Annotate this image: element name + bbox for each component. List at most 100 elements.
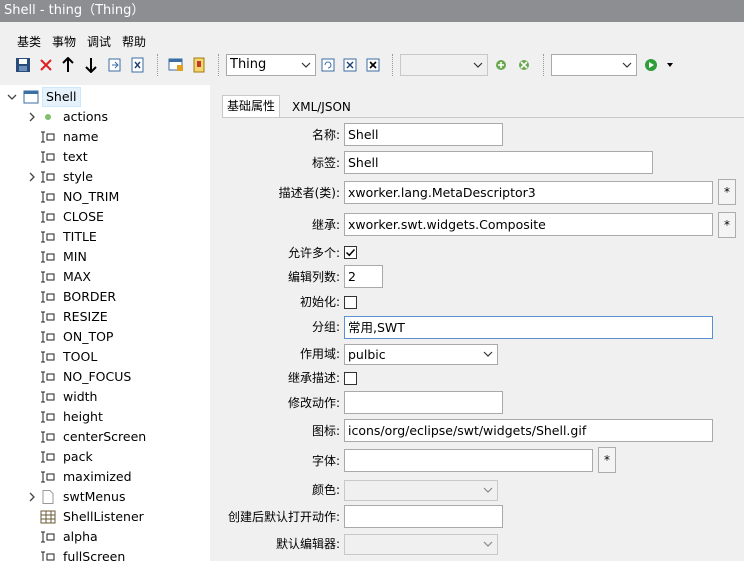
attribute-icon [40, 310, 56, 324]
third-combo[interactable] [551, 54, 637, 76]
editor-select[interactable] [344, 534, 498, 555]
add-thing-icon[interactable] [492, 56, 510, 74]
delete-icon[interactable] [37, 56, 55, 74]
tree-node-border[interactable]: BORDER [26, 287, 206, 307]
modify-action-field[interactable] [344, 391, 503, 414]
tree-node-label: swtMenus [63, 489, 126, 504]
tree-root-label: Shell [42, 87, 81, 107]
chevron-down-icon [301, 55, 311, 82]
tree-node-label: ShellListener [63, 509, 144, 524]
tree-node-label: BORDER [63, 289, 117, 304]
second-combo[interactable] [400, 54, 488, 76]
modify-action-label: 修改动作: [287, 396, 340, 410]
thing-tree[interactable]: Shell actions name text style NO_TRIM CLOSE TI… [0, 85, 210, 561]
tree-node-actions[interactable]: actions [26, 107, 206, 127]
dropdown-icon[interactable] [661, 56, 679, 74]
tree-node-style[interactable]: style [26, 167, 206, 187]
run-icon[interactable] [642, 56, 660, 74]
close-all-icon[interactable] [364, 56, 382, 74]
tree-node-max[interactable]: MAX [26, 267, 206, 287]
tab-basic-properties[interactable]: 基础属性 [222, 95, 280, 118]
thing-combo[interactable]: Thing [226, 54, 316, 76]
tree-node-close[interactable]: CLOSE [26, 207, 206, 227]
tree-node-resize[interactable]: RESIZE [26, 307, 206, 327]
tree-node-title[interactable]: TITLE [26, 227, 206, 247]
group-label: 分组: [311, 320, 340, 334]
open-action-field[interactable] [344, 505, 503, 528]
tree-node-label: fullScreen [63, 549, 126, 561]
name-field[interactable]: Shell [344, 123, 503, 146]
menu-bar: 基类 事物 调试 帮助 [0, 32, 744, 52]
attribute-icon [40, 450, 56, 464]
tree-node-no-trim[interactable]: NO_TRIM [26, 187, 206, 207]
tree-root[interactable]: Shell [6, 87, 206, 107]
expanded-chevron-icon[interactable] [6, 87, 18, 107]
inherit-desc-checkbox[interactable] [344, 372, 357, 385]
extends-field[interactable]: xworker.swt.widgets.Composite [344, 213, 713, 236]
tree-node-label: NO_TRIM [63, 189, 120, 204]
scope-value: pulbic [348, 347, 386, 362]
tree-node-pack[interactable]: pack [26, 447, 206, 467]
tree-node-maximized[interactable]: maximized [26, 467, 206, 487]
xml-icon[interactable] [129, 56, 147, 74]
toolbar-separator [218, 54, 219, 76]
tab-xml-json[interactable]: XML/JSON [288, 97, 358, 117]
icon-label: 图标: [311, 424, 340, 438]
attribute-icon [40, 250, 56, 264]
toolbar-separator [157, 54, 158, 76]
init-label: 初始化: [299, 295, 340, 309]
tree-node-shelllistener[interactable]: ShellListener [26, 507, 206, 527]
tree-node-width[interactable]: width [26, 387, 206, 407]
color-select[interactable] [344, 480, 498, 501]
new-window-icon[interactable] [167, 56, 185, 74]
descriptor-field[interactable]: xworker.lang.MetaDescriptor3 [344, 181, 713, 204]
tree-node-name[interactable]: name [26, 127, 206, 147]
bookmark-icon[interactable] [190, 56, 208, 74]
move-down-icon[interactable] [82, 56, 100, 74]
attribute-icon [40, 330, 56, 344]
tree-node-fullscreen[interactable]: fullScreen [26, 547, 206, 561]
group-field[interactable]: 常用,SWT [344, 316, 713, 339]
tree-node-min[interactable]: MIN [26, 247, 206, 267]
close-x-icon[interactable] [341, 56, 359, 74]
chevron-right-icon[interactable] [26, 487, 38, 507]
menu-base[interactable]: 基类 [17, 32, 41, 52]
tree-node-height[interactable]: height [26, 407, 206, 427]
tree-node-label: name [63, 129, 99, 144]
menu-thing[interactable]: 事物 [52, 32, 76, 52]
init-checkbox[interactable] [344, 296, 357, 309]
chevron-right-icon[interactable] [26, 167, 38, 187]
tag-label: 标签: [311, 156, 340, 170]
refresh-icon[interactable] [319, 56, 337, 74]
scope-select[interactable]: pulbic [344, 344, 498, 365]
tree-node-swtmenus[interactable]: swtMenus [26, 487, 206, 507]
allow-many-checkbox[interactable] [344, 246, 357, 259]
tree-node-tool[interactable]: TOOL [26, 347, 206, 367]
chevron-down-icon [483, 535, 493, 559]
chevron-down-icon [483, 481, 493, 505]
table-icon [40, 510, 56, 524]
tag-field[interactable]: Shell [344, 151, 653, 174]
tree-node-centerscreen[interactable]: centerScreen [26, 427, 206, 447]
extends-browse-button[interactable]: * [718, 212, 736, 238]
tree-node-label: TITLE [63, 229, 97, 244]
descriptor-browse-button[interactable]: * [718, 179, 736, 205]
move-up-icon[interactable] [59, 56, 77, 74]
save-icon[interactable] [14, 56, 32, 74]
edit-cols-field[interactable]: 2 [344, 265, 383, 288]
attribute-icon [40, 270, 56, 284]
font-browse-button[interactable]: * [598, 447, 616, 473]
remove-thing-icon[interactable] [515, 56, 533, 74]
tree-node-text[interactable]: text [26, 147, 206, 167]
menu-help[interactable]: 帮助 [122, 32, 146, 52]
tree-node-on-top[interactable]: ON_TOP [26, 327, 206, 347]
icon-path-field[interactable]: icons/org/eclipse/swt/widgets/Shell.gif [344, 419, 713, 442]
extends-label: 继承: [311, 218, 340, 232]
menu-debug[interactable]: 调试 [87, 32, 111, 52]
open-icon[interactable] [106, 56, 124, 74]
tree-node-label: maximized [63, 469, 132, 484]
tree-node-no-focus[interactable]: NO_FOCUS [26, 367, 206, 387]
font-field[interactable] [344, 449, 593, 472]
tree-node-alpha[interactable]: alpha [26, 527, 206, 547]
chevron-right-icon[interactable] [26, 107, 38, 127]
